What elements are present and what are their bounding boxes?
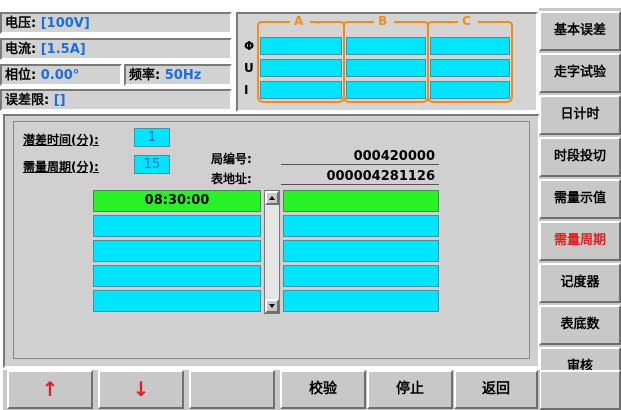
stop-button-label: 停止: [396, 381, 424, 397]
sidebar-item-demand-period[interactable]: 需量周期: [539, 221, 621, 261]
list-right-item[interactable]: [283, 190, 439, 212]
creep-time-label: 潜差时间(分):: [23, 133, 99, 147]
demand-period-label: 需量周期(分):: [23, 160, 99, 174]
back-button-label: 返回: [482, 381, 510, 397]
col-c-label: C: [462, 14, 471, 28]
list-left-item[interactable]: [93, 240, 261, 262]
creep-time-value: 1: [147, 130, 157, 145]
list-left-item-text: 08:30:00: [144, 193, 210, 208]
scroll-down-icon: [269, 304, 275, 308]
current-row: 电流: [1.5A]: [0, 38, 232, 60]
sidebar-item-basic-error[interactable]: 基本误差: [539, 11, 621, 51]
list-left-item[interactable]: [93, 265, 261, 287]
current-value: [1.5A]: [40, 42, 86, 57]
scroll-up-icon: [269, 196, 275, 200]
scroll-down-button[interactable]: [265, 299, 279, 313]
list-right-item[interactable]: [283, 265, 439, 287]
creep-time-field[interactable]: 1: [134, 128, 170, 147]
sidebar-item-register[interactable]: 记度器: [539, 263, 621, 303]
current-label: 电流:: [5, 42, 37, 57]
vector-cell: [346, 37, 426, 55]
frequency-value: 50Hz: [164, 68, 202, 83]
vector-cell: [260, 37, 342, 55]
list-left-item[interactable]: 08:30:00: [93, 190, 261, 212]
error-limit-label: 误差限:: [5, 93, 50, 108]
vector-cell: [430, 81, 510, 99]
col-a-label: A: [294, 14, 304, 28]
voltage-row: 电压: [100V]: [0, 12, 232, 34]
sidebar: 基本误差 走字试验 日计时 时段投切 需量示值 需量周期 记度器 表底数 审核: [539, 8, 621, 410]
phase-value: 0.00°: [40, 68, 80, 83]
row-phi-label: Φ: [244, 39, 255, 53]
down-arrow-icon: ↓: [132, 377, 150, 401]
sidebar-item-meter-base[interactable]: 表底数: [539, 305, 621, 345]
vector-cell: [430, 59, 510, 77]
up-arrow-icon: ↑: [41, 377, 59, 401]
list-left-item[interactable]: [93, 290, 261, 312]
list-right-item[interactable]: [283, 290, 439, 312]
vector-table: A B C Φ U I: [236, 12, 538, 112]
list-left-item[interactable]: [93, 215, 261, 237]
row-u-label: U: [244, 61, 254, 75]
bottom-bar: ↑ ↓ 校验 停止 返回: [3, 370, 540, 410]
error-limit-value: []: [53, 93, 66, 108]
frequency-label: 频率:: [129, 68, 161, 83]
bureau-no-field: 000420000: [281, 149, 439, 165]
bureau-no-label: 局编号:: [211, 152, 252, 166]
verify-button-label: 校验: [309, 381, 337, 397]
list-right-item[interactable]: [283, 215, 439, 237]
demand-period-field[interactable]: 15: [134, 155, 170, 174]
back-button[interactable]: 返回: [454, 370, 538, 409]
voltage-value: [100V]: [40, 16, 90, 31]
down-arrow-button[interactable]: ↓: [98, 370, 184, 409]
list-scrollbar[interactable]: [264, 190, 280, 314]
list-right-item[interactable]: [283, 240, 439, 262]
meter-addr-field: 000004281126: [281, 169, 439, 185]
voltage-label: 电压:: [5, 16, 37, 31]
sidebar-item-daily-timing[interactable]: 日计时: [539, 95, 621, 135]
demand-period-value: 15: [143, 157, 161, 172]
phase-label: 相位:: [5, 68, 37, 83]
sidebar-item-period-switch[interactable]: 时段投切: [539, 137, 621, 177]
vector-cell: [430, 37, 510, 55]
up-arrow-button[interactable]: ↑: [7, 370, 93, 409]
bureau-no-value: 000420000: [353, 149, 435, 164]
meter-addr-label: 表地址:: [211, 172, 252, 186]
blank-button[interactable]: [189, 370, 275, 409]
stop-button[interactable]: 停止: [367, 370, 453, 409]
error-limit-row: 误差限: []: [0, 89, 232, 111]
main-panel: 潜差时间(分): 1 需量周期(分): 15 局编号: 000420000 表地…: [3, 114, 540, 368]
vector-cell: [260, 59, 342, 77]
scroll-up-button[interactable]: [265, 191, 279, 205]
info-panel: 电压: [100V] 电流: [1.5A] 相位: 0.00° 频率: 50Hz…: [0, 0, 232, 112]
frequency-row: 频率: 50Hz: [124, 64, 232, 86]
meter-addr-value: 000004281126: [326, 169, 435, 184]
row-i-label: I: [244, 83, 249, 97]
verify-button[interactable]: 校验: [280, 370, 366, 409]
vector-cell: [260, 81, 342, 99]
vector-cell: [346, 59, 426, 77]
col-b-label: B: [378, 14, 388, 28]
phase-row: 相位: 0.00°: [0, 64, 122, 86]
sidebar-item-register-test[interactable]: 走字试验: [539, 53, 621, 93]
sidebar-item-empty[interactable]: [539, 370, 621, 410]
sidebar-item-demand-reading[interactable]: 需量示值: [539, 179, 621, 219]
vector-cell: [346, 81, 426, 99]
